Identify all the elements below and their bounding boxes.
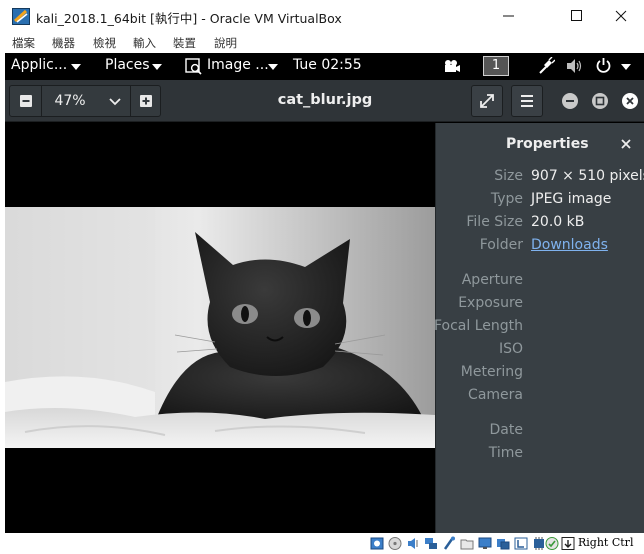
zoom-level[interactable]: 47%: [50, 93, 90, 109]
file-size-value: 20.0 kB: [531, 214, 585, 230]
window-title: kali_2018.1_64bit [執行中] - Oracle VM Virt…: [36, 11, 342, 26]
minimize-icon: [503, 15, 514, 17]
aperture-label: Aperture: [461, 272, 523, 288]
cpu-icon[interactable]: [532, 536, 546, 551]
chevron-down-icon: [621, 64, 631, 70]
volume-icon[interactable]: [566, 58, 584, 74]
type-value: JPEG image: [531, 191, 612, 207]
chevron-down-icon: [268, 64, 278, 70]
active-app-menu[interactable]: Image ...: [207, 57, 269, 73]
menu-icon: [521, 95, 533, 107]
usb-icon[interactable]: [442, 536, 456, 551]
zoom-out-button[interactable]: [10, 86, 42, 116]
date-label: Date: [489, 422, 523, 438]
camera-icon[interactable]: [443, 59, 461, 73]
cat-photo: [5, 207, 435, 448]
menu-input[interactable]: 輸入: [133, 35, 156, 51]
minus-icon: [20, 95, 32, 107]
menu-machine[interactable]: 機器: [52, 35, 75, 51]
size-label: Size: [494, 168, 523, 184]
window-close-icon[interactable]: [622, 93, 638, 109]
hard-disk-icon[interactable]: [370, 536, 384, 551]
maximize-icon: [571, 10, 582, 21]
video-capture-icon[interactable]: [496, 536, 510, 551]
optical-drive-icon[interactable]: [388, 536, 402, 551]
wired-network-icon[interactable]: [537, 57, 555, 75]
camera-label: Camera: [468, 387, 523, 403]
power-icon[interactable]: [595, 57, 612, 74]
places-menu[interactable]: Places: [105, 57, 150, 73]
exposure-label: Exposure: [458, 295, 523, 311]
image-viewer-headerbar: 47% cat_blur.jpg: [5, 80, 644, 122]
iso-label: ISO: [498, 341, 523, 357]
window-minimize-icon[interactable]: [562, 93, 578, 109]
workspace-indicator[interactable]: 1: [483, 56, 509, 76]
metering-label: Metering: [460, 364, 523, 380]
virtualbox-icon: [12, 8, 30, 25]
chevron-down-icon[interactable]: [108, 94, 122, 108]
menu-help[interactable]: 說明: [214, 35, 237, 51]
hamburger-menu-button[interactable]: [511, 85, 543, 117]
audio-icon[interactable]: [406, 536, 420, 551]
plus-icon: [140, 95, 152, 107]
clock[interactable]: Tue 02:55: [293, 57, 362, 73]
size-value: 907 × 510 pixels: [531, 168, 644, 184]
chevron-down-icon: [152, 64, 162, 70]
zoom-control: 47%: [9, 85, 161, 117]
type-label: Type: [490, 191, 523, 207]
folder-link[interactable]: Downloads: [531, 237, 608, 253]
gnome-top-panel: Applic... Places Image ... Tue 02:55 1: [5, 53, 644, 79]
image-canvas[interactable]: [5, 123, 435, 533]
fullscreen-icon: [480, 94, 494, 108]
close-sidebar-icon[interactable]: [619, 137, 633, 151]
properties-sidebar: Properties Size 907 × 510 pixels Type JP…: [433, 123, 644, 533]
folder-label: Folder: [479, 237, 523, 253]
vbox-statusbar: Right Ctrl: [0, 533, 644, 554]
minimize-button[interactable]: [490, 0, 536, 32]
close-button[interactable]: [598, 0, 644, 32]
vbox-menubar: 檔案 機器 檢視 輸入 裝置 說明: [0, 32, 644, 53]
host-key-icon[interactable]: [561, 536, 575, 551]
host-key-label: Right Ctrl: [578, 536, 634, 549]
properties-title: Properties: [506, 136, 589, 152]
image-viewer-icon: [185, 58, 202, 75]
guest-display[interactable]: Applic... Places Image ... Tue 02:55 1 4…: [5, 53, 644, 533]
file-name-title: cat_blur.jpg: [277, 92, 373, 108]
shared-folders-icon[interactable]: [460, 536, 474, 551]
window-maximize-icon[interactable]: [592, 93, 608, 109]
window-titlebar: kali_2018.1_64bit [執行中] - Oracle VM Virt…: [0, 0, 644, 32]
menu-devices[interactable]: 裝置: [173, 35, 196, 51]
menu-file[interactable]: 檔案: [12, 35, 35, 51]
maximize-button[interactable]: [554, 0, 600, 32]
focal-length-label: Focal Length: [433, 318, 523, 334]
time-label: Time: [488, 445, 523, 461]
menu-view[interactable]: 檢視: [93, 35, 116, 51]
applications-menu[interactable]: Applic...: [11, 57, 67, 73]
chevron-down-icon: [71, 64, 81, 70]
file-size-label: File Size: [466, 214, 523, 230]
zoom-in-button[interactable]: [130, 86, 160, 116]
display-icon[interactable]: [478, 536, 492, 551]
close-icon: [615, 10, 627, 22]
network-icon[interactable]: [424, 536, 438, 551]
virtualization-icon[interactable]: [545, 536, 559, 551]
mouse-integration-icon[interactable]: [514, 536, 528, 551]
fullscreen-button[interactable]: [471, 85, 503, 117]
